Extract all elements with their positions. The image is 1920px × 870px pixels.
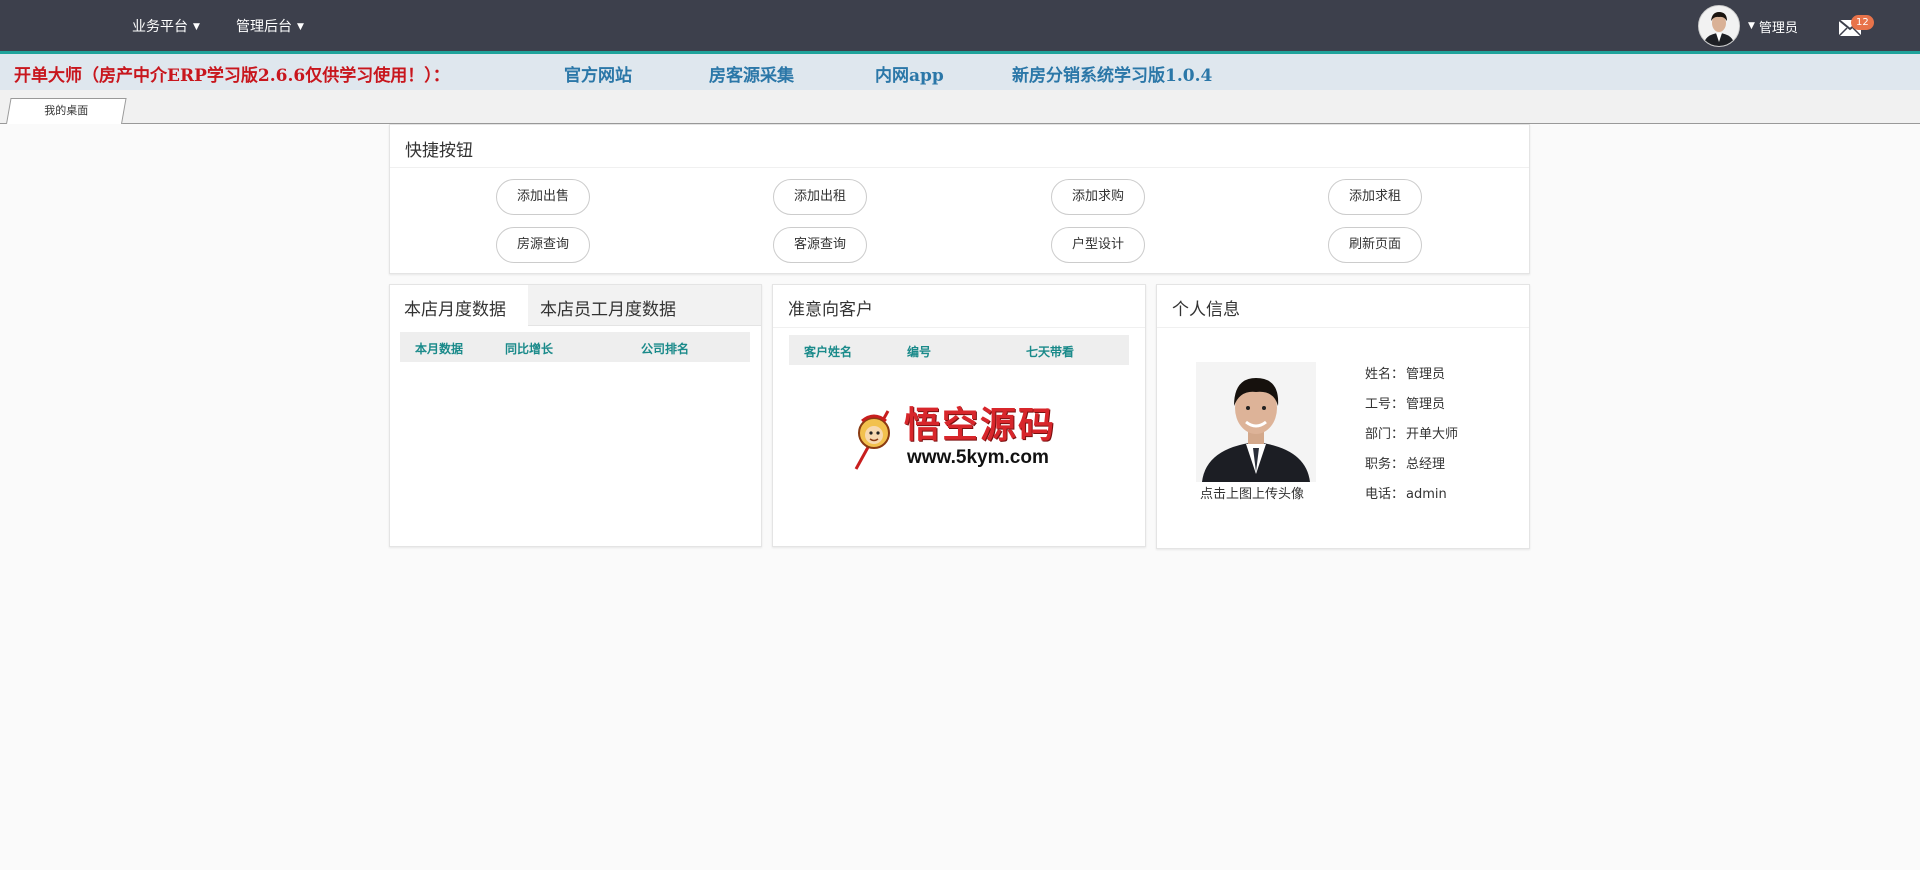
quick-buttons-title: 快捷按钮 bbox=[405, 141, 473, 161]
divider bbox=[390, 167, 1529, 168]
caret-down-icon: ▼ bbox=[297, 22, 304, 32]
field-label: 职务： bbox=[1365, 457, 1405, 472]
tab-store-monthly[interactable]: 本店月度数据 bbox=[404, 295, 506, 320]
add-sale-button[interactable]: 添加出售 bbox=[496, 179, 590, 215]
field-value: 管理员 bbox=[1406, 367, 1446, 382]
top-navbar: 业务平台 ▼ 管理后台 ▼ ▼ 管理员 12 bbox=[0, 0, 1920, 54]
monthly-table-header: 本月数据 同比增长 公司排名 bbox=[400, 332, 750, 362]
monkey-king-icon bbox=[854, 410, 890, 470]
field-label: 工号： bbox=[1365, 397, 1405, 412]
menu-admin-backend[interactable]: 管理后台 ▼ bbox=[236, 16, 304, 36]
field-label: 部门： bbox=[1365, 427, 1405, 442]
add-buy-request-button[interactable]: 添加求购 bbox=[1051, 179, 1145, 215]
profile-field-department: 部门： 开单大师 bbox=[1365, 423, 1458, 442]
add-rent-request-button[interactable]: 添加求租 bbox=[1328, 179, 1422, 215]
profile-field-employee-id: 工号： 管理员 bbox=[1365, 393, 1445, 412]
col-company-rank: 公司排名 bbox=[641, 342, 690, 356]
link-new-house-system[interactable]: 新房分销系统学习版1.0.4 bbox=[1012, 61, 1212, 86]
col-this-month: 本月数据 bbox=[415, 342, 464, 356]
client-search-button[interactable]: 客源查询 bbox=[773, 227, 867, 263]
avatar bbox=[1698, 5, 1740, 47]
field-value: 管理员 bbox=[1406, 397, 1446, 412]
field-value: 开单大师 bbox=[1406, 427, 1459, 442]
profile-panel: 个人信息 点击上图上传头像 bbox=[1156, 284, 1530, 549]
add-rent-button[interactable]: 添加出租 bbox=[773, 179, 867, 215]
watermark-logo: 悟空源码 www.5kym.com bbox=[848, 403, 1078, 475]
floorplan-design-button[interactable]: 户型设计 bbox=[1051, 227, 1145, 263]
user-menu[interactable]: ▼ 管理员 bbox=[1698, 5, 1798, 47]
profile-field-position: 职务： 总经理 bbox=[1365, 453, 1445, 472]
menu-business-platform[interactable]: 业务平台 ▼ bbox=[132, 16, 200, 36]
tab-strip: 我的桌面 bbox=[0, 90, 1920, 124]
caret-down-icon: ▼ bbox=[193, 22, 200, 32]
profile-photo[interactable] bbox=[1196, 362, 1316, 482]
field-label: 电话： bbox=[1365, 487, 1405, 502]
monthly-data-panel: 本店月度数据 本店员工月度数据 本月数据 同比增长 公司排名 bbox=[389, 284, 762, 547]
menu-admin-backend-label: 管理后台 bbox=[236, 19, 292, 35]
tab-staff-monthly[interactable]: 本店员工月度数据 bbox=[540, 295, 676, 320]
col-yoy-growth: 同比增长 bbox=[505, 342, 554, 356]
notice-linkbar: 开单大师（房产中介ERP学习版2.6.6仅供学习使用！）： 官方网站 房客源采集… bbox=[0, 54, 1920, 90]
menu-business-platform-label: 业务平台 bbox=[132, 19, 188, 35]
watermark-url: www.5kym.com bbox=[907, 447, 1049, 468]
upload-avatar-hint[interactable]: 点击上图上传头像 bbox=[1200, 483, 1304, 502]
col-seven-day-visits: 七天带看 bbox=[1026, 345, 1075, 359]
field-value: 总经理 bbox=[1406, 457, 1446, 472]
username-label: 管理员 bbox=[1758, 20, 1798, 36]
link-intranet-app[interactable]: 内网app bbox=[875, 61, 944, 86]
divider bbox=[1157, 327, 1529, 328]
intent-table-header: 客户姓名 编号 七天带看 bbox=[789, 335, 1129, 365]
property-search-button[interactable]: 房源查询 bbox=[496, 227, 590, 263]
intent-clients-panel: 准意向客户 客户姓名 编号 七天带看 悟空源码 www.5kym.com bbox=[772, 284, 1146, 547]
notice-text: 开单大师（房产中介ERP学习版2.6.6仅供学习使用！）： bbox=[14, 66, 450, 86]
tab-my-desktop[interactable]: 我的桌面 bbox=[6, 98, 127, 124]
profile-photo-image bbox=[1196, 362, 1316, 482]
profile-field-name: 姓名： 管理员 bbox=[1365, 363, 1445, 382]
refresh-page-button[interactable]: 刷新页面 bbox=[1328, 227, 1422, 263]
quick-buttons-panel: 快捷按钮 添加出售 添加出租 添加求购 添加求租 房源查询 客源查询 户型设计 … bbox=[389, 124, 1530, 274]
col-client-name: 客户姓名 bbox=[804, 345, 853, 359]
field-label: 姓名： bbox=[1365, 367, 1405, 382]
link-property-collect[interactable]: 房客源采集 bbox=[709, 61, 794, 86]
intent-clients-title: 准意向客户 bbox=[788, 300, 873, 320]
divider bbox=[773, 327, 1145, 328]
profile-title: 个人信息 bbox=[1172, 300, 1240, 320]
mail-count-badge: 12 bbox=[1851, 15, 1874, 30]
caret-down-icon: ▼ bbox=[1748, 21, 1755, 31]
tab-my-desktop-label: 我的桌面 bbox=[44, 104, 89, 117]
col-number: 编号 bbox=[907, 345, 932, 359]
profile-field-phone: 电话： admin bbox=[1365, 483, 1447, 502]
field-value: admin bbox=[1406, 487, 1447, 502]
link-official-site[interactable]: 官方网站 bbox=[564, 61, 632, 86]
watermark-text: 悟空源码 bbox=[904, 404, 1057, 446]
